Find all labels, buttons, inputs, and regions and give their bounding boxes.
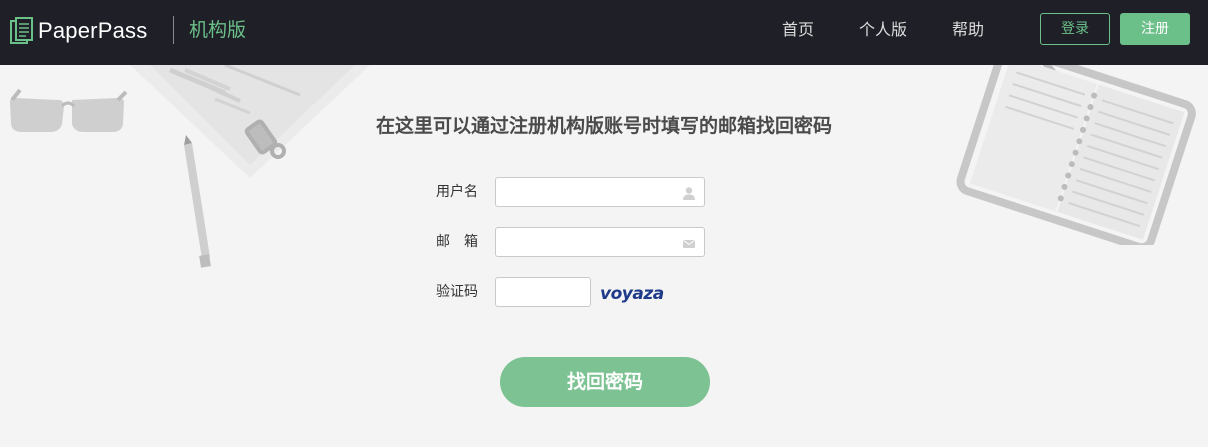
page-title: 在这里可以通过注册机构版账号时填写的邮箱找回密码 [375,115,832,137]
email-input[interactable] [496,228,704,256]
brand-divider [173,16,174,44]
envelope-icon [683,240,695,248]
captcha-input[interactable] [496,278,590,306]
username-input[interactable] [496,178,704,206]
document-stack-icon [10,17,33,44]
edition-label: 机构版 [189,19,247,41]
nav-home[interactable]: 首页 [782,18,814,42]
logo[interactable]: PaperPass [10,15,147,47]
captcha-text: voyaza [600,284,664,304]
pencil-decoration [184,135,211,268]
register-button[interactable]: 注册 [1120,13,1190,45]
captcha-field-wrapper [495,277,591,307]
nav-help[interactable]: 帮助 [952,18,984,42]
username-field-wrapper [495,177,705,207]
nav-personal-edition[interactable]: 个人版 [859,18,907,42]
username-label: 用户名 [436,184,478,200]
email-field-wrapper [495,227,705,257]
top-navbar: PaperPass 机构版 首页 个人版 帮助 登录 注册 [0,0,1208,65]
captcha-image[interactable]: voyaza [599,281,683,305]
recover-password-button[interactable]: 找回密码 [500,357,710,407]
email-label: 邮 箱 [436,234,478,250]
brand-name: PaperPass [38,18,148,43]
captcha-label: 验证码 [436,284,478,300]
notebook-decoration [956,60,1196,245]
login-button[interactable]: 登录 [1040,13,1110,45]
user-icon [683,187,695,200]
